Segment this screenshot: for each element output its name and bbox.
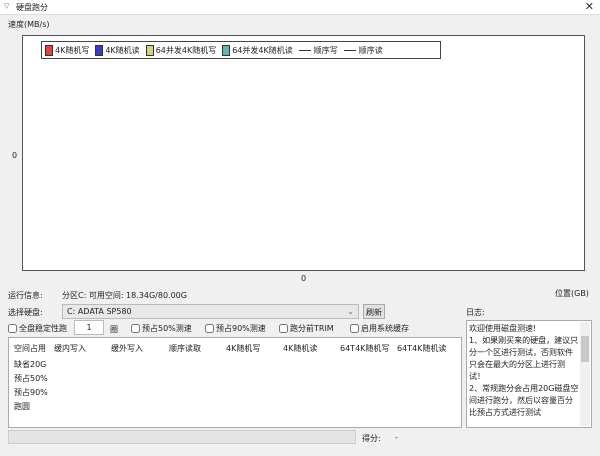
table-header: 顺序读取 xyxy=(169,344,201,353)
refresh-button[interactable]: 刷新 xyxy=(363,304,385,319)
run-info-value: 分区C: 可用空间: 18.34G/80.00G xyxy=(62,291,187,300)
table-header: 64T4K随机写 xyxy=(340,344,390,353)
legend-item: 64并发4K随机写 xyxy=(145,44,217,56)
chevron-down-icon: ⌄ xyxy=(347,307,354,316)
pre90-check[interactable] xyxy=(205,324,214,333)
table-header: 缓外写入 xyxy=(111,344,143,353)
stability-checkbox[interactable]: 全盘稳定性跑 xyxy=(8,323,67,334)
log-scrollbar[interactable] xyxy=(580,322,590,426)
score-label: 得分: xyxy=(362,434,381,443)
legend-item: 64并发4K随机读 xyxy=(222,44,293,56)
pre90-checkbox[interactable]: 预占90%测速 xyxy=(205,323,266,334)
legend-label: 64并发4K随机读 xyxy=(232,45,293,55)
cache-checkbox[interactable]: 启用系统缓存 xyxy=(350,323,409,334)
legend-label: 顺序写 xyxy=(313,45,338,55)
disk-select[interactable]: C: ADATA SP580 ⌄ xyxy=(62,304,359,319)
table-row: 预占90% xyxy=(14,388,48,397)
title-bar: ▽ 硬盘跑分 ✕ xyxy=(0,0,600,15)
disk-select-value: C: ADATA SP580 xyxy=(67,307,132,316)
table-header: 64T4K随机读 xyxy=(397,344,447,353)
rounds-unit: 圈 xyxy=(110,325,118,334)
pre50-checkbox[interactable]: 预占50%测速 xyxy=(131,323,192,334)
table-header: 缓内写入 xyxy=(54,344,86,353)
close-icon[interactable]: ✕ xyxy=(585,0,594,13)
legend-swatch xyxy=(145,44,154,56)
legend-label: 4K随机写 xyxy=(55,45,90,55)
chart-legend: 4K随机写 4K随机读 64并发4K随机写 64并发4K随机读 顺序写 顺序读 xyxy=(41,41,441,59)
trim-check[interactable] xyxy=(279,324,288,333)
legend-line xyxy=(343,49,356,51)
cache-label: 启用系统缓存 xyxy=(361,324,409,333)
cache-check[interactable] xyxy=(350,324,359,333)
y-axis-label: 速度(MB/s) xyxy=(8,20,50,29)
stability-check[interactable] xyxy=(8,324,17,333)
run-info-label: 运行信息: xyxy=(8,291,43,300)
table-header: 4K随机写 xyxy=(226,344,261,353)
x-tick-0: 0 xyxy=(301,274,307,283)
scrollbar-thumb[interactable] xyxy=(581,336,589,362)
x-axis-label: 位置(GB) xyxy=(555,289,589,298)
table-row: 跑圆 xyxy=(14,402,30,411)
log-textarea[interactable]: 欢迎使用磁盘测速! 1、如果刚买来的硬盘，建议只分一个区进行测试，否则软件只会在… xyxy=(466,320,592,428)
disk-select-label: 选择硬盘: xyxy=(8,308,43,317)
legend-item: 4K随机读 xyxy=(95,44,140,56)
progress-bar xyxy=(8,430,356,444)
log-text: 欢迎使用磁盘测速! 1、如果刚买来的硬盘，建议只分一个区进行测试，否则软件只会在… xyxy=(469,324,579,417)
pre50-label: 预占50%测速 xyxy=(142,324,192,333)
menu-icon[interactable]: ▽ xyxy=(4,2,9,10)
legend-label: 顺序读 xyxy=(358,45,383,55)
legend-swatch xyxy=(45,44,53,56)
trim-label: 跑分前TRIM xyxy=(290,324,334,333)
table-row: 预占50% xyxy=(14,374,48,383)
pre50-check[interactable] xyxy=(131,324,140,333)
legend-label: 64并发4K随机写 xyxy=(155,45,217,55)
table-row: 缺省20G xyxy=(14,360,47,369)
legend-item: 顺序写 xyxy=(298,45,338,56)
results-table: 空间占用 缓内写入 缓外写入 顺序读取 4K随机写 4K随机读 64T4K随机写… xyxy=(8,337,462,428)
pre90-label: 预占90%测速 xyxy=(216,324,266,333)
rounds-input[interactable]: 1 xyxy=(74,320,104,335)
score-value: - xyxy=(395,433,398,442)
legend-label: 4K随机读 xyxy=(105,45,140,55)
trim-checkbox[interactable]: 跑分前TRIM xyxy=(279,323,334,334)
log-label: 日志: xyxy=(466,308,485,317)
chart-plot-area xyxy=(22,35,585,271)
stability-label: 全盘稳定性跑 xyxy=(19,324,67,333)
legend-swatch xyxy=(95,44,104,56)
table-header: 空间占用 xyxy=(14,344,46,353)
legend-swatch xyxy=(222,44,231,56)
table-header: 4K随机读 xyxy=(283,344,318,353)
y-tick-0: 0 xyxy=(12,151,18,160)
legend-line xyxy=(298,49,311,51)
legend-item: 顺序读 xyxy=(343,45,383,56)
window-title: 硬盘跑分 xyxy=(16,3,48,12)
legend-item: 4K随机写 xyxy=(45,44,90,56)
